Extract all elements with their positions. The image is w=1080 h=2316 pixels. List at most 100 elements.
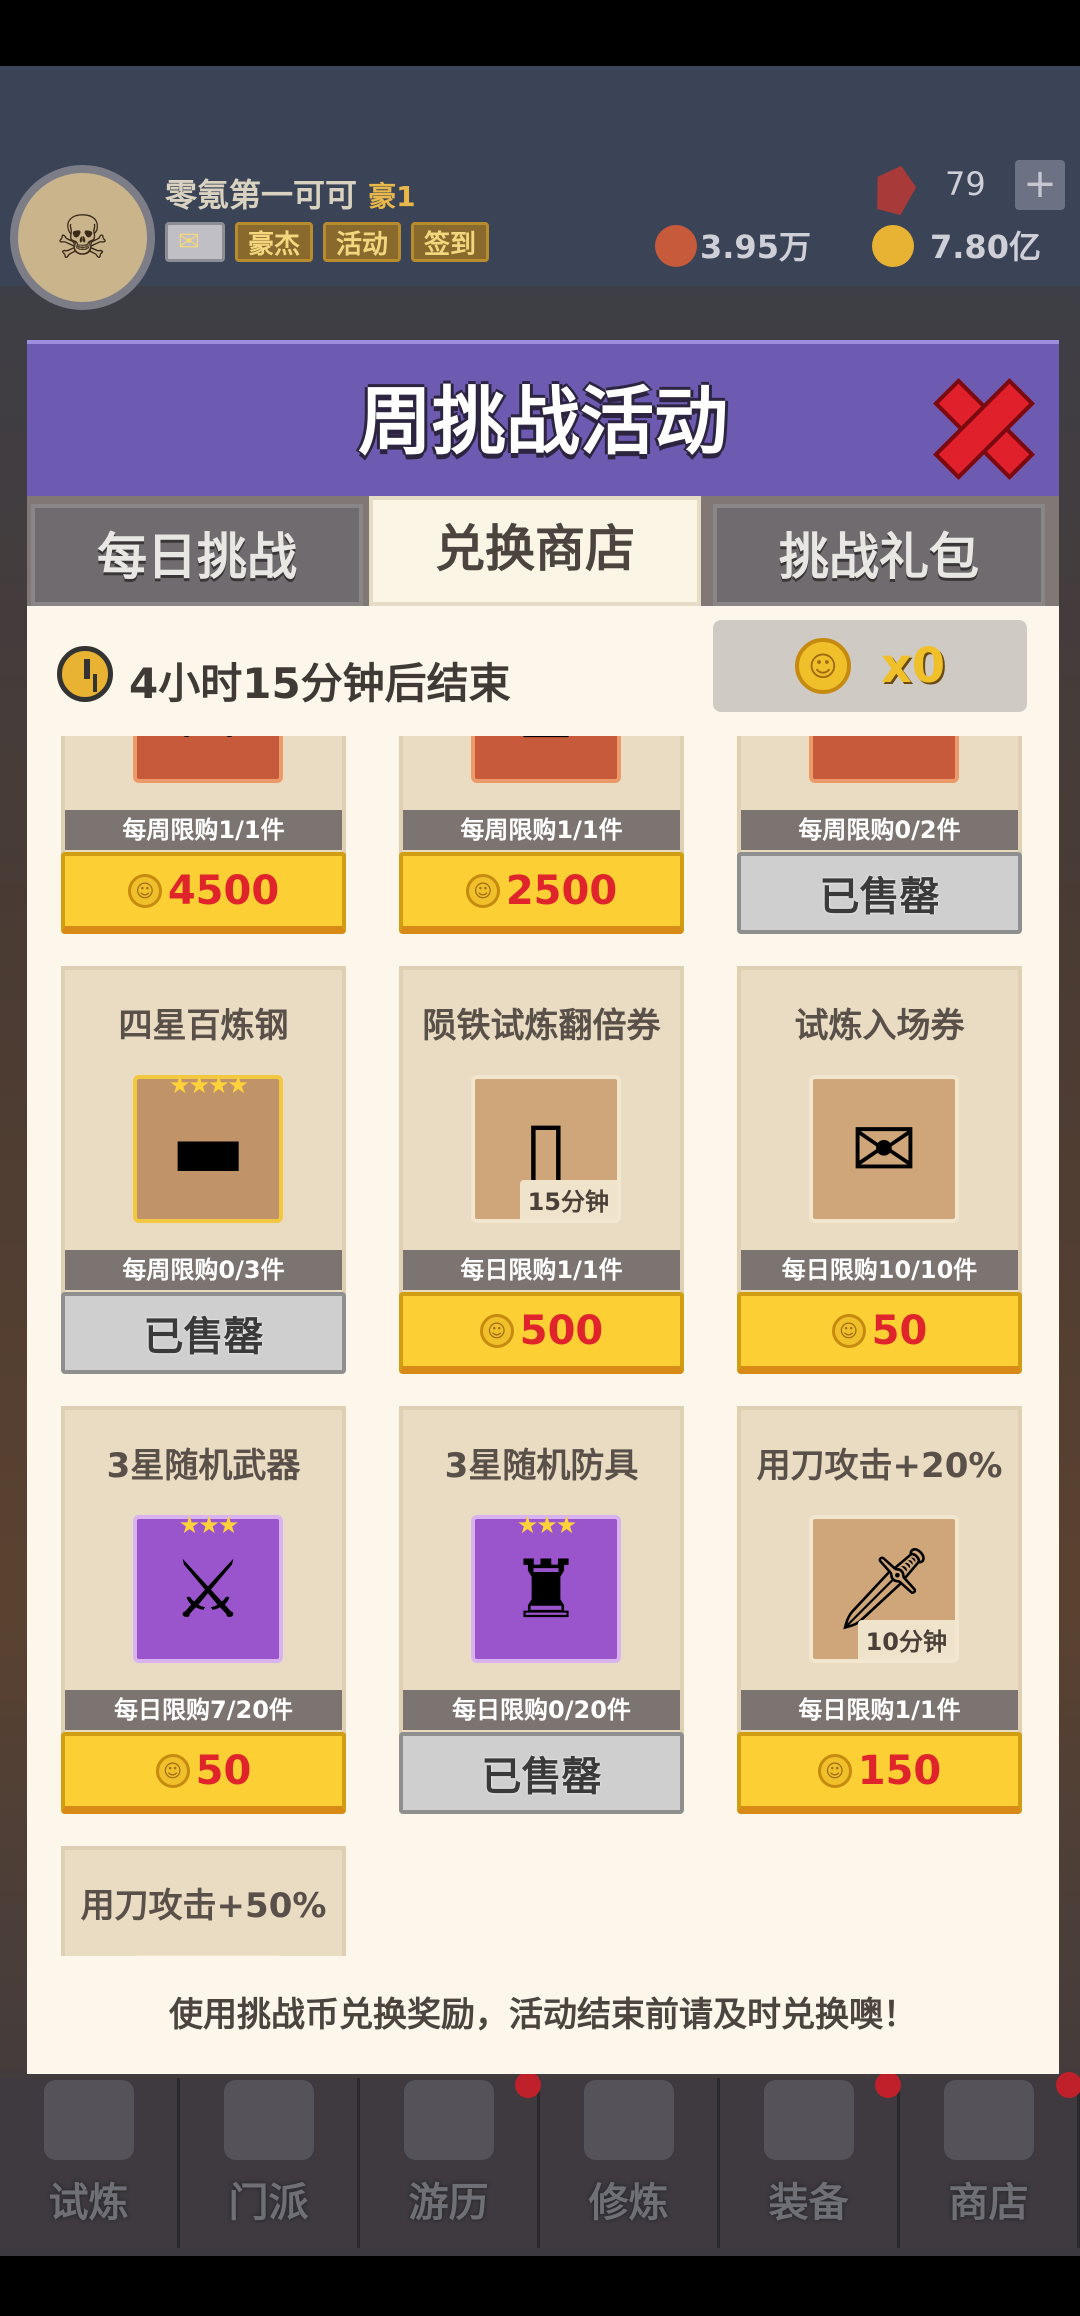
price-label: 已售罄 — [143, 1314, 264, 1360]
shop-grid[interactable]: ⚔每周限购1/1件☺4500♜每周限购1/1件☺2500▬每周限购0/2件已售罄… — [27, 736, 1059, 1956]
purchase-limit: 每日限购7/20件 — [65, 1690, 342, 1730]
purchase-limit: 每周限购0/3件 — [65, 1250, 342, 1290]
price-label: 已售罄 — [819, 874, 940, 920]
duration-badge: 15分钟 — [519, 1180, 617, 1219]
gem-count: 79 — [945, 165, 986, 203]
shop-item-card[interactable]: 陨铁试炼翻倍券 ▯ 15分钟 每日限购1/1件 ☺ 500 — [399, 966, 684, 1374]
crossed-swords-icon: ⚔ — [172, 736, 244, 756]
item-name: 用刀攻击+20% — [756, 1446, 1003, 1486]
nav-cultivate[interactable]: 修炼 — [540, 2078, 720, 2248]
player-avatar[interactable]: ☠ — [10, 165, 155, 310]
purchase-limit: 每周限购0/2件 — [741, 810, 1018, 850]
armor-icon: ♜ — [510, 1542, 582, 1636]
nav-sect[interactable]: 门派 — [180, 2078, 360, 2248]
sold-out-button[interactable]: 已售罄 — [399, 1732, 684, 1814]
bottom-navigation: 试炼 门派 游历 修炼 装备 商店 — [0, 2078, 1080, 2248]
item-icon-frame: ★★★ ⚔ — [133, 1511, 283, 1663]
power-value: 3.95万 — [700, 228, 811, 266]
shop-item-card[interactable]: 用刀攻击+20% 🗡 10分钟 每日限购1/1件 ☺ 150 — [737, 1406, 1022, 1814]
shop-item-card[interactable]: ⚔每周限购1/1件☺4500 — [61, 736, 346, 934]
modal-title: 周挑战活动 — [358, 379, 728, 465]
shop-item-card[interactable]: 3星随机武器 ★★★ ⚔ 每日限购7/20件 ☺ 50 — [61, 1406, 346, 1814]
duration-badge: 10分钟 — [857, 1620, 955, 1659]
nav-label: 修炼 — [588, 2180, 669, 2226]
nav-travel[interactable]: 游历 — [360, 2078, 540, 2248]
item-name: 3星随机防具 — [444, 1446, 639, 1486]
item-icon-frame: ⚔ — [133, 736, 283, 783]
item-icon-frame: ♜ — [471, 736, 621, 783]
item-icon-frame: ▯ 15分钟 — [471, 1075, 621, 1223]
tab-daily-challenge[interactable]: 每日挑战 — [31, 504, 363, 606]
nav-label: 门派 — [228, 2180, 309, 2226]
ticket-icon: ✉ — [850, 1102, 918, 1196]
nav-label: 装备 — [768, 2180, 849, 2226]
item-name: 试炼入场券 — [794, 1006, 965, 1046]
sold-out-button[interactable]: 已售罄 — [61, 1292, 346, 1374]
player-name: 零氪第一可可 — [165, 176, 358, 214]
steel-ingot-icon: ▬ — [170, 1102, 246, 1196]
chip-signin[interactable]: 签到 — [411, 222, 490, 262]
nav-shop[interactable]: 商店 — [900, 2078, 1080, 2248]
mail-icon[interactable]: ✉ — [165, 222, 225, 262]
purchase-limit: 每周限购1/1件 — [403, 810, 680, 850]
purchase-limit: 每周限购1/1件 — [65, 810, 342, 850]
challenge-coin-icon: ☺ — [817, 1754, 852, 1788]
challenge-coin-icon: ☺ — [479, 1314, 514, 1348]
challenge-coin-count: x0 — [880, 638, 946, 694]
nav-trial[interactable]: 试炼 — [0, 2078, 180, 2248]
gold-value: 7.80亿 — [930, 228, 1041, 266]
shop-item-card[interactable]: 试炼入场券 ✉ 每日限购10/10件 ☺ 50 — [737, 966, 1022, 1374]
close-icon[interactable] — [935, 379, 1025, 469]
purchase-limit: 每日限购1/1件 — [741, 1690, 1018, 1730]
item-icon-frame: ✉ — [809, 1075, 959, 1223]
star-rating: ★★★★ — [168, 1071, 249, 1099]
buy-button[interactable]: ☺ 50 — [737, 1292, 1022, 1374]
tab-exchange-shop[interactable]: 兑换商店 — [369, 496, 701, 606]
price-label: 4500 — [167, 868, 280, 914]
item-name: 陨铁试炼翻倍券 — [422, 1006, 661, 1046]
ninja-icon — [43, 2080, 134, 2160]
shop-item-card[interactable]: 四星百炼钢 ★★★★ ▬ 每周限购0/3件 已售罄 — [61, 966, 346, 1374]
shop-item-card[interactable]: ♜每周限购1/1件☺2500 — [399, 736, 684, 934]
price-label: 50 — [871, 1308, 928, 1354]
tab-challenge-pack[interactable]: 挑战礼包 — [713, 504, 1045, 606]
challenge-coin-icon: ☺ — [155, 1754, 190, 1788]
timer-row: 4小时15分钟后结束 ☺ x0 — [27, 606, 1059, 736]
item-icon-frame: ★★★★ ▬ — [133, 1071, 283, 1223]
nav-equipment[interactable]: 装备 — [720, 2078, 900, 2248]
price-label: 150 — [857, 1748, 942, 1794]
player-rank: 豪1 — [368, 180, 416, 213]
shop-item-card[interactable]: ▬ 每周限购0/2件已售罄 — [737, 736, 1022, 934]
add-gem-button[interactable]: + — [1015, 160, 1065, 210]
buy-button[interactable]: ☺ 2500 — [399, 852, 684, 934]
buy-button[interactable]: ☺ 4500 — [61, 852, 346, 934]
shop-item-card[interactable]: 用刀攻击+50%🗡 — [61, 1846, 346, 1956]
power-icon — [655, 225, 697, 267]
modal-header: 周挑战活动 — [27, 340, 1059, 496]
steel-ingot-icon: ▬ — [846, 736, 922, 756]
price-label: 50 — [195, 1748, 252, 1794]
gate-icon — [223, 2080, 314, 2160]
clock-icon — [57, 646, 113, 702]
challenge-coin-icon: ☺ — [794, 638, 851, 694]
notification-dot — [875, 2072, 901, 2098]
price-label: 2500 — [505, 868, 618, 914]
star-rating: ★★★ — [178, 1511, 240, 1539]
footer-hint: 使用挑战币兑换奖励，活动结束前请及时兑换噢！ — [169, 1995, 917, 2035]
chip-activity[interactable]: 活动 — [323, 222, 402, 262]
player-header — [0, 66, 1080, 286]
nav-label: 试炼 — [48, 2180, 129, 2226]
book-icon — [583, 2080, 674, 2160]
item-name: 3星随机武器 — [106, 1446, 301, 1486]
item-icon-frame: ★★★ ♜ — [471, 1511, 621, 1663]
nav-label: 游历 — [408, 2180, 489, 2226]
buy-button[interactable]: ☺ 500 — [399, 1292, 684, 1374]
player-name-row: 零氪第一可可 豪1 — [165, 170, 416, 216]
chip-hero[interactable]: 豪杰 — [235, 222, 314, 262]
buy-button[interactable]: ☺ 150 — [737, 1732, 1022, 1814]
sold-out-button[interactable]: 已售罄 — [737, 852, 1022, 934]
challenge-coin-icon: ☺ — [127, 874, 162, 908]
shop-item-card[interactable]: 3星随机防具 ★★★ ♜ 每日限购0/20件 已售罄 — [399, 1406, 684, 1814]
buy-button[interactable]: ☺ 50 — [61, 1732, 346, 1814]
challenge-coin-icon: ☺ — [465, 874, 500, 908]
